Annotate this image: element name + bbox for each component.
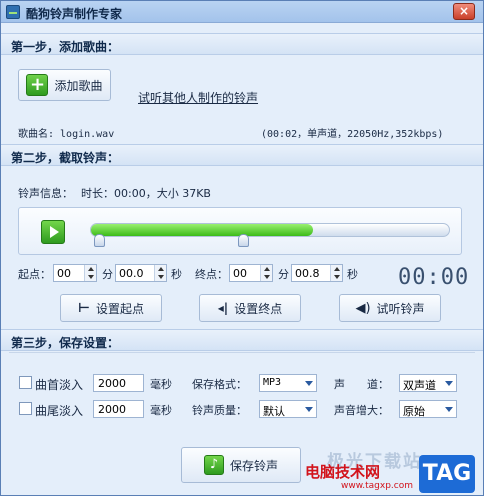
volume-select[interactable]: 原始	[399, 400, 457, 418]
main-window: 酷狗铃声制作专家 × 第一步，添加歌曲： + 添加歌曲 试听其他人制作的铃声 歌…	[0, 0, 484, 496]
watermark: 极光下载站 电脑技术网 www.tagxp.com TAG	[297, 452, 483, 495]
end-handle[interactable]	[238, 234, 249, 247]
fade-in-unit: 毫秒	[150, 378, 172, 391]
ringtone-info-label: 铃声信息：	[18, 187, 73, 200]
format-value: MP3	[263, 377, 282, 388]
song-info: (00:02，单声道，22050Hz,352kbps)	[261, 129, 444, 140]
fade-in-label: 曲首淡入	[35, 378, 84, 392]
start-sec-value: 00.0	[119, 267, 144, 280]
end-sec-value: 00.8	[295, 267, 320, 280]
player-panel	[18, 207, 462, 255]
fade-out-checkbox[interactable]	[19, 402, 32, 415]
quality-select[interactable]: 默认	[259, 400, 317, 418]
song-name: 歌曲名: login.wav	[18, 129, 115, 140]
set-end-label: 设置终点	[234, 301, 283, 316]
chevron-down-icon[interactable]	[442, 375, 456, 391]
set-start-button[interactable]: ⊢ 设置起点	[60, 294, 162, 322]
start-min-stepper[interactable]: 00	[53, 264, 97, 282]
title-bar[interactable]: 酷狗铃声制作专家 ×	[1, 1, 483, 23]
fade-out-input[interactable]: 2000	[93, 400, 144, 418]
trim-range-fill	[91, 224, 313, 236]
spin-arrows-icon[interactable]	[260, 265, 272, 281]
start-sec-stepper[interactable]: 00.0	[115, 264, 167, 282]
window-title: 酷狗铃声制作专家	[26, 7, 123, 21]
step2-title: 第二步，截取铃声：	[11, 151, 120, 165]
volume-value: 原始	[403, 405, 425, 418]
chevron-down-icon[interactable]	[302, 401, 316, 417]
set-start-label: 设置起点	[95, 301, 144, 316]
quality-value: 默认	[263, 405, 285, 418]
start-min-value: 00	[57, 267, 71, 280]
end-min-value: 00	[233, 267, 247, 280]
trim-track[interactable]	[90, 223, 450, 237]
app-icon	[6, 5, 20, 19]
save-ringtone-label: 保存铃声	[229, 458, 278, 473]
watermark-site-name: 电脑技术网	[305, 463, 381, 481]
set-end-icon: ◂|	[217, 301, 229, 315]
start-handle[interactable]	[94, 234, 105, 247]
save-ringtone-button[interactable]: ♪ 保存铃声	[181, 447, 301, 483]
plus-icon: +	[26, 74, 49, 96]
step3-header: 第三步，保存设置：	[1, 329, 483, 351]
end-sec-unit: 秒	[347, 268, 358, 281]
set-end-button[interactable]: ◂| 设置终点	[199, 294, 301, 322]
speaker-icon: ◀)	[355, 300, 371, 316]
spin-arrows-icon[interactable]	[330, 265, 342, 281]
step1-header: 第一步，添加歌曲：	[1, 33, 483, 55]
fade-out-label: 曲尾淡入	[35, 404, 84, 418]
step2-header: 第二步，截取铃声：	[1, 144, 483, 166]
add-song-label: 添加歌曲	[54, 78, 103, 93]
tag-logo: TAG	[419, 455, 475, 493]
close-button[interactable]: ×	[453, 3, 475, 20]
format-select[interactable]: MP3	[259, 374, 317, 392]
end-min-stepper[interactable]: 00	[229, 264, 273, 282]
chevron-down-icon[interactable]	[302, 375, 316, 391]
divider	[9, 352, 475, 353]
step3-title: 第三步，保存设置：	[11, 336, 120, 350]
channel-label: 声 道：	[334, 378, 389, 391]
start-min-unit: 分	[102, 268, 113, 281]
end-sec-stepper[interactable]: 00.8	[291, 264, 343, 282]
quality-label: 铃声质量：	[192, 404, 247, 417]
fade-out-unit: 毫秒	[150, 404, 172, 417]
add-song-button[interactable]: + 添加歌曲	[18, 69, 111, 101]
preview-button[interactable]: ◀) 试听铃声	[339, 294, 441, 322]
ringtone-info-value: 时长：00:00，大小 37KB	[81, 187, 211, 200]
time-display: 00:00	[398, 265, 470, 290]
music-note-icon: ♪	[203, 455, 224, 475]
fade-in-checkbox[interactable]	[19, 376, 32, 389]
start-label: 起点：	[18, 268, 51, 281]
chevron-down-icon[interactable]	[442, 401, 456, 417]
volume-label: 声音增大：	[334, 404, 389, 417]
end-min-unit: 分	[278, 268, 289, 281]
end-label: 终点：	[195, 268, 228, 281]
set-start-icon: ⊢	[78, 300, 90, 316]
start-sec-unit: 秒	[171, 268, 182, 281]
play-button[interactable]	[41, 220, 65, 244]
channel-select[interactable]: 双声道	[399, 374, 457, 392]
spin-arrows-icon[interactable]	[84, 265, 96, 281]
format-label: 保存格式：	[192, 378, 247, 391]
spin-arrows-icon[interactable]	[154, 265, 166, 281]
step1-title: 第一步，添加歌曲：	[11, 40, 120, 54]
preview-label: 试听铃声	[376, 301, 425, 316]
channel-value: 双声道	[403, 379, 436, 392]
fade-in-input[interactable]: 2000	[93, 374, 144, 392]
listen-others-link[interactable]: 试听其他人制作的铃声	[138, 89, 258, 106]
watermark-url: www.tagxp.com	[341, 481, 413, 491]
